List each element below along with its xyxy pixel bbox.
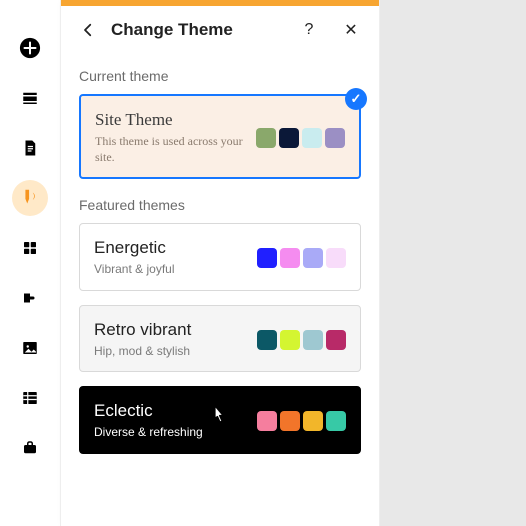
theme-name: Energetic [94,238,245,258]
swatch [257,411,277,431]
theme-swatches [257,248,346,268]
current-theme-swatches [256,128,345,148]
theme-icon[interactable] [12,180,48,216]
current-theme-name: Site Theme [95,110,244,130]
current-theme-label: Current theme [79,68,361,84]
featured-theme-card-retro[interactable]: Retro vibrant Hip, mod & stylish [79,305,361,373]
swatch [303,330,323,350]
featured-themes-label: Featured themes [79,197,361,213]
sections-icon[interactable] [12,80,48,116]
image-icon[interactable] [12,330,48,366]
theme-desc: Diverse & refreshing [94,425,245,441]
swatch [280,330,300,350]
swatch [326,411,346,431]
theme-swatches [257,330,346,350]
check-badge-icon: ✓ [345,88,367,110]
current-theme-desc: This theme is used across your site. [95,134,244,165]
swatch [256,128,276,148]
plugin-icon[interactable] [12,280,48,316]
featured-theme-card-energetic[interactable]: Energetic Vibrant & joyful [79,223,361,291]
theme-panel: Change Theme ? ✕ Current theme ✓ Site Th… [60,0,380,526]
theme-desc: Hip, mod & stylish [94,344,245,360]
theme-name: Eclectic [94,401,245,421]
swatch [257,330,277,350]
swatch [325,128,345,148]
add-icon[interactable] [12,30,48,66]
page-icon[interactable] [12,130,48,166]
panel-header: Change Theme ? ✕ [61,6,379,50]
panel-title: Change Theme [111,20,285,40]
back-icon[interactable] [79,21,97,39]
theme-name: Retro vibrant [94,320,245,340]
swatch [280,411,300,431]
table-icon[interactable] [12,380,48,416]
swatch [257,248,277,268]
panel-body: Current theme ✓ Site Theme This theme is… [61,50,379,526]
swatch [279,128,299,148]
swatch [303,411,323,431]
close-icon[interactable]: ✕ [341,20,361,40]
theme-swatches [257,411,346,431]
theme-desc: Vibrant & joyful [94,262,245,278]
swatch [280,248,300,268]
canvas-area [380,0,526,526]
featured-theme-card-eclectic[interactable]: Eclectic Diverse & refreshing [79,386,361,454]
help-icon[interactable]: ? [299,20,319,40]
left-sidebar [0,0,60,526]
current-theme-card[interactable]: ✓ Site Theme This theme is used across y… [79,94,361,179]
apps-icon[interactable] [12,230,48,266]
briefcase-icon[interactable] [12,430,48,466]
swatch [326,248,346,268]
swatch [326,330,346,350]
swatch [303,248,323,268]
swatch [302,128,322,148]
